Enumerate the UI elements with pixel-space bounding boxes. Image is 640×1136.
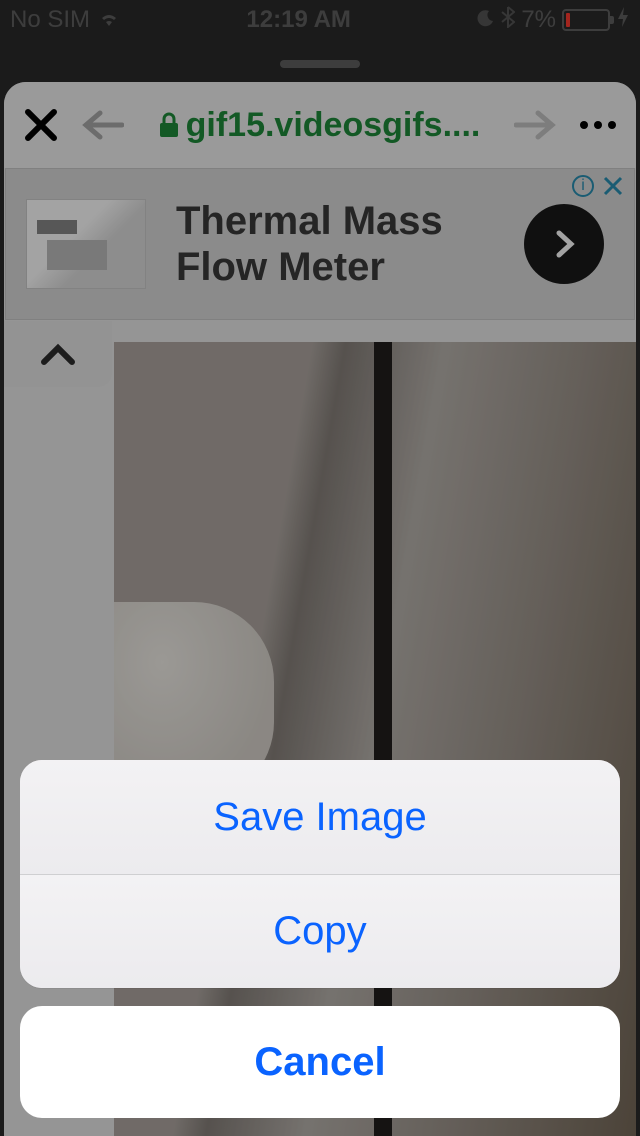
save-image-label: Save Image: [213, 795, 426, 840]
copy-button[interactable]: Copy: [20, 874, 620, 988]
cancel-button[interactable]: Cancel: [20, 1006, 620, 1118]
copy-label: Copy: [273, 909, 366, 954]
action-sheet-cancel-group: Cancel: [20, 1006, 620, 1118]
cancel-label: Cancel: [254, 1040, 385, 1085]
save-image-button[interactable]: Save Image: [20, 760, 620, 874]
action-sheet: Save Image Copy Cancel: [20, 760, 620, 1118]
action-sheet-options: Save Image Copy: [20, 760, 620, 988]
